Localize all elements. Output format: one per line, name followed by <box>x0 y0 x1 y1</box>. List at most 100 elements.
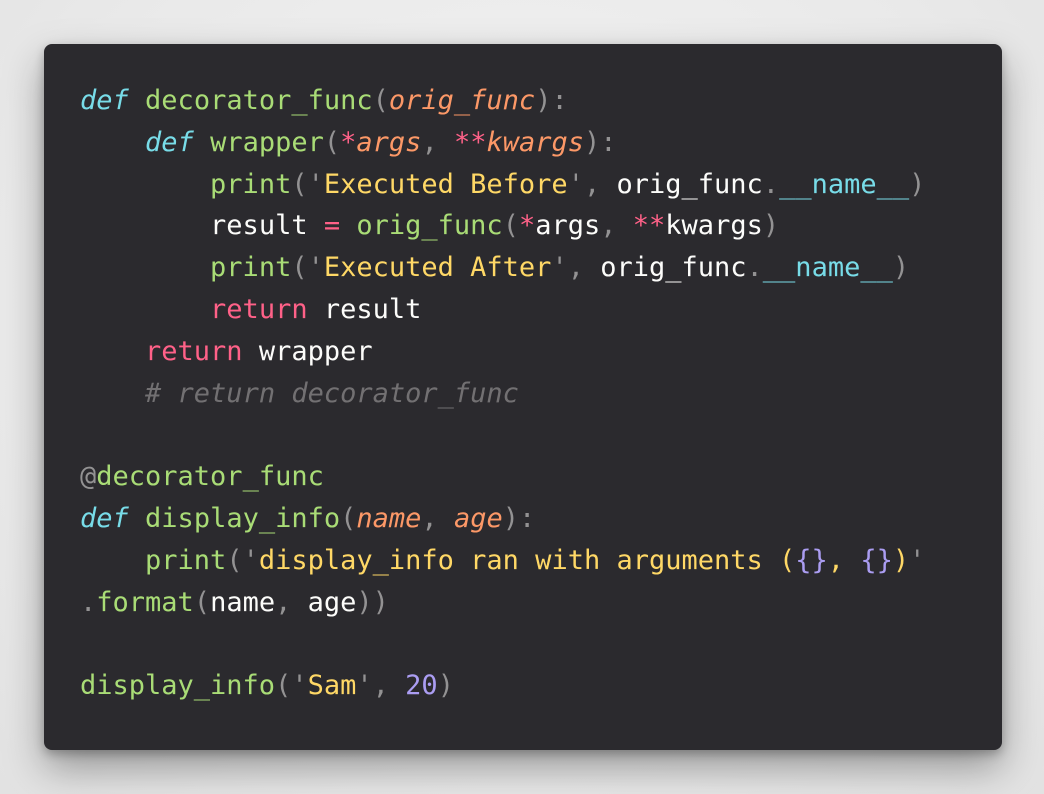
code-token-keyword-def: def <box>80 502 129 534</box>
code-line: @decorator_func <box>80 456 925 498</box>
code-token-func: display_info <box>80 670 276 702</box>
code-token-param: name <box>356 502 422 534</box>
code-token-func: print <box>210 168 292 200</box>
code-token-punct: @ <box>80 461 97 493</box>
code-token-keyword-def: def <box>80 85 129 116</box>
code-token-func: print <box>210 252 292 284</box>
code-token-punct: )) <box>356 586 389 618</box>
code-token-op: ** <box>632 210 666 242</box>
code-token-punct: ) <box>437 670 454 702</box>
code-token-dot: . <box>762 168 780 200</box>
code-token-punct: ): <box>502 502 536 534</box>
code-token-ident <box>308 294 324 325</box>
code-token-punct: ' <box>307 168 324 200</box>
code-token-ident: result <box>210 210 308 242</box>
code-line: result = orig_func(*args, **kwargs) <box>80 205 925 247</box>
code-line: print('Executed After', orig_func.__name… <box>80 247 925 289</box>
code-token-punct: , <box>275 586 308 618</box>
code-token-ident <box>80 336 145 367</box>
code-token-string: Executed Before <box>323 168 568 200</box>
code-token-punct: ) <box>909 168 926 200</box>
code-token-punct: ' <box>567 168 584 200</box>
code-token-string: ) <box>892 544 910 576</box>
code-line: print('display_info ran with arguments (… <box>80 540 925 582</box>
code-block: def decorator_func(orig_func): def wrapp… <box>80 80 925 707</box>
code-token-punct: ( <box>372 85 389 116</box>
code-token-keyword: return <box>145 335 243 367</box>
code-token-punct: , <box>421 126 454 158</box>
code-token-punct: ' <box>909 544 926 576</box>
code-token-punct: ( <box>502 210 519 242</box>
code-token-punct: ' <box>307 252 324 284</box>
code-token-ident: age <box>307 586 357 618</box>
code-token-punct: , <box>567 252 601 284</box>
code-token-string: , <box>827 544 861 576</box>
code-token-func: orig_func <box>356 210 503 242</box>
code-token-func: wrapper <box>210 126 324 158</box>
code-token-ident: kwargs <box>665 210 763 242</box>
code-token-op: ** <box>453 126 487 158</box>
code-token-brace: {} <box>860 544 893 576</box>
code-token-dunder: __name__ <box>762 252 893 284</box>
code-token-ident <box>80 210 210 241</box>
code-token-punct: ( <box>323 126 341 158</box>
code-token-keyword-def: def <box>145 126 194 158</box>
code-token-ident: orig_func <box>616 168 763 200</box>
code-line: return result <box>80 289 925 331</box>
code-token-punct: ' <box>242 544 259 576</box>
code-token-func: print <box>145 544 227 576</box>
code-token-func: decorator_func <box>145 85 373 116</box>
code-token-string: Executed After <box>323 252 552 284</box>
code-token-ident <box>80 294 210 325</box>
code-token-ident: orig_func <box>600 252 747 284</box>
code-token-keyword: return <box>210 293 308 325</box>
code-token-ident <box>243 336 259 367</box>
code-token-punct: ( <box>193 586 211 618</box>
code-token-ident <box>80 169 210 200</box>
code-token-ident <box>80 252 210 283</box>
code-token-ident <box>340 210 356 241</box>
code-token-decorator: decorator_func <box>96 461 324 493</box>
code-line: display_info('Sam', 20) <box>80 665 925 707</box>
code-token-brace: {} <box>795 544 828 576</box>
code-line: print('Executed Before', orig_func.__nam… <box>80 164 925 206</box>
code-line: # return decorator_func <box>80 373 925 415</box>
code-token-punct: ): <box>584 126 617 158</box>
code-token-op: * <box>518 210 536 242</box>
code-token-func: format <box>96 586 194 618</box>
code-token-punct: , <box>372 670 406 702</box>
code-token-ident <box>80 378 145 409</box>
code-token-punct: , <box>583 168 617 200</box>
code-token-ident <box>80 127 145 158</box>
code-token-punct: , <box>421 502 454 534</box>
code-token-ident <box>308 210 324 241</box>
code-token-dunder: __name__ <box>779 168 910 200</box>
code-token-param: args <box>356 126 422 158</box>
code-line: .format(name, age)) <box>80 582 925 624</box>
code-token-punct: ( <box>291 252 308 284</box>
code-token-dot: . <box>80 586 97 618</box>
code-token-ident: name <box>210 586 276 618</box>
code-token-punct: ' <box>291 670 308 702</box>
code-token-dot: . <box>746 252 763 284</box>
code-token-punct: ( <box>291 168 308 200</box>
code-token-punct: ' <box>551 252 568 284</box>
code-token-op: = <box>323 210 341 242</box>
code-token-string: display_info ran with arguments ( <box>258 544 796 576</box>
code-token-ident <box>194 127 210 158</box>
code-line: return wrapper <box>80 331 925 373</box>
code-token-punct: ( <box>226 544 243 576</box>
code-token-punct: , <box>600 210 633 242</box>
code-token-comment: # return decorator_func <box>145 377 519 409</box>
code-token-op: * <box>340 126 357 158</box>
code-line: def display_info(name, age): <box>80 498 925 540</box>
code-line: def decorator_func(orig_func): <box>80 80 925 122</box>
code-token-punct: ( <box>340 502 357 534</box>
code-token-func: display_info <box>145 502 341 534</box>
code-token-param: kwargs <box>486 126 585 158</box>
code-token-ident: args <box>535 210 601 242</box>
code-window: def decorator_func(orig_func): def wrapp… <box>44 44 1002 750</box>
code-token-ident: wrapper <box>258 335 373 367</box>
